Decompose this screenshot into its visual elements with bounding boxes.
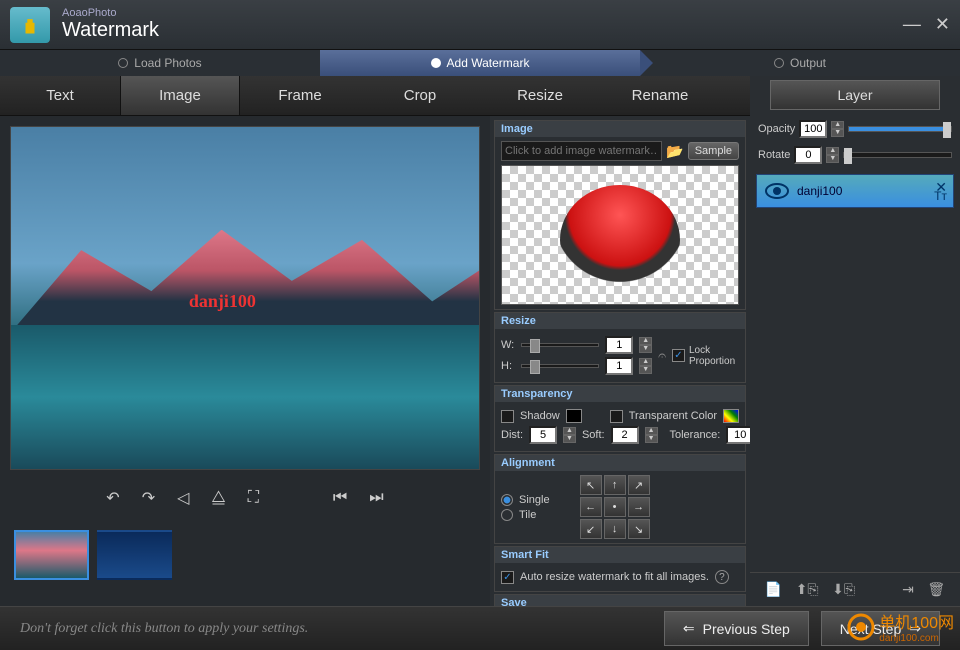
smartfit-checkbox[interactable] xyxy=(501,571,514,584)
align-b[interactable]: ↓ xyxy=(604,519,626,539)
resize-panel: Resize W:▲▼ H:▲▼ 𝄐 Lock Proportion xyxy=(494,312,746,383)
height-slider[interactable] xyxy=(521,364,599,368)
padlock-icon xyxy=(21,16,39,34)
rotate-ccw-icon[interactable]: ↶ xyxy=(106,488,119,508)
duplicate-layer-icon[interactable]: ⬆⎘ xyxy=(796,581,819,598)
layer-panel-title: Layer xyxy=(770,80,940,110)
arrow-right-icon: ⇒ xyxy=(909,620,921,637)
tab-crop[interactable]: Crop xyxy=(360,76,480,115)
footer: Don't forget click this button to apply … xyxy=(0,606,960,650)
app-name: Watermark xyxy=(62,19,159,42)
shadow-dist-value[interactable] xyxy=(529,426,557,444)
align-tr[interactable]: ↗ xyxy=(628,475,650,495)
rotate-cw-icon[interactable]: ↷ xyxy=(142,488,155,508)
flip-v-icon[interactable]: ⧋ xyxy=(211,489,225,507)
align-tile-radio[interactable] xyxy=(501,509,513,521)
import-icon[interactable]: ⇥ xyxy=(902,581,914,598)
align-br[interactable]: ↘ xyxy=(628,519,650,539)
thumbnail-strip xyxy=(10,526,480,596)
step-output[interactable]: Output xyxy=(640,50,960,76)
smartfit-panel: Smart Fit Auto resize watermark to fit a… xyxy=(494,546,746,592)
width-slider[interactable] xyxy=(521,343,599,347)
arrow-left-icon: ⇐ xyxy=(683,620,695,637)
tab-resize[interactable]: Resize xyxy=(480,76,600,115)
watermark-path-input[interactable] xyxy=(501,141,662,161)
step-load-photos[interactable]: Load Photos xyxy=(0,50,320,76)
close-button[interactable]: ✕ xyxy=(935,14,950,35)
lock-proportion-checkbox[interactable] xyxy=(672,349,685,362)
width-value[interactable] xyxy=(605,336,633,354)
help-icon[interactable]: ? xyxy=(715,570,729,584)
height-value[interactable] xyxy=(605,357,633,375)
transparency-panel: Transparency Shadow Transparent Color Di… xyxy=(494,385,746,452)
next-step-button[interactable]: Next Step⇒ xyxy=(821,611,940,646)
align-t[interactable]: ↑ xyxy=(604,475,626,495)
preview-toolbar: ↶ ↷ ◁ ⧋ ⛶ ⏮ ⏭ xyxy=(10,478,480,518)
tolerance-value[interactable] xyxy=(726,426,750,444)
layer-name: danji100 xyxy=(797,184,842,198)
thumbnail-2[interactable] xyxy=(97,530,172,580)
alignment-panel: Alignment Single Tile ↖↑↗ ←•→ ↙↓↘ xyxy=(494,454,746,544)
title-bar: AoaoPhoto Watermark — ✕ xyxy=(0,0,960,50)
tab-rename[interactable]: Rename xyxy=(600,76,720,115)
opacity-value[interactable] xyxy=(799,120,827,138)
shadow-color-swatch[interactable] xyxy=(566,409,582,423)
align-c[interactable]: • xyxy=(604,497,626,517)
new-layer-icon[interactable]: 📄 xyxy=(765,581,782,598)
align-bl[interactable]: ↙ xyxy=(580,519,602,539)
flip-h-icon[interactable]: ◁ xyxy=(177,488,189,508)
save-panel: Save Save & Create a New Layer▶ xyxy=(494,594,746,606)
shadow-soft-value[interactable] xyxy=(611,426,639,444)
image-panel: Image 📂 Sample xyxy=(494,120,746,310)
tab-text[interactable]: Text xyxy=(0,76,120,115)
trash-icon[interactable]: 🗑 xyxy=(927,581,945,598)
watermark-preview xyxy=(501,165,739,305)
prev-image-icon[interactable]: ⏮ xyxy=(333,489,347,507)
footer-hint: Don't forget click this button to apply … xyxy=(20,621,308,637)
alignment-grid: ↖↑↗ ←•→ ↙↓↘ xyxy=(580,475,650,539)
tab-bar: Text Image Frame Crop Resize Rename xyxy=(0,76,750,116)
transparent-color-checkbox[interactable] xyxy=(610,410,623,423)
width-stepper[interactable]: ▲▼ xyxy=(639,337,652,353)
rotate-value[interactable] xyxy=(794,146,822,164)
tab-image[interactable]: Image xyxy=(120,76,240,115)
minimize-button[interactable]: — xyxy=(903,14,921,35)
step-add-watermark[interactable]: Add Watermark xyxy=(320,50,640,76)
browse-folder-icon[interactable]: 📂 xyxy=(666,143,683,160)
opacity-slider[interactable] xyxy=(848,126,952,132)
link-icon: 𝄐 xyxy=(658,347,666,364)
tab-frame[interactable]: Frame xyxy=(240,76,360,115)
layer-item[interactable]: danji100 ✕ Tᴛ xyxy=(756,174,954,208)
transparent-color-swatch[interactable] xyxy=(723,409,739,423)
thumbnail-1[interactable] xyxy=(14,530,89,580)
align-l[interactable]: ← xyxy=(580,497,602,517)
sample-button[interactable]: Sample xyxy=(688,142,739,160)
align-tl[interactable]: ↖ xyxy=(580,475,602,495)
watermark-sample-image xyxy=(560,185,680,285)
align-r[interactable]: → xyxy=(628,497,650,517)
app-logo xyxy=(10,7,50,43)
visibility-eye-icon[interactable] xyxy=(765,183,789,199)
export-layer-icon[interactable]: ⬇⎘ xyxy=(832,581,855,598)
text-type-icon: Tᴛ xyxy=(934,189,947,203)
rotate-slider[interactable] xyxy=(843,152,952,158)
vendor-label: AoaoPhoto xyxy=(62,7,159,19)
previous-step-button[interactable]: ⇐Previous Step xyxy=(664,611,809,646)
app-title: AoaoPhoto Watermark xyxy=(62,7,159,42)
watermark-overlay-text[interactable]: danji100 xyxy=(189,291,256,312)
shadow-checkbox[interactable] xyxy=(501,410,514,423)
step-bar: Load Photos Add Watermark Output xyxy=(0,50,960,76)
height-stepper[interactable]: ▲▼ xyxy=(639,358,652,374)
next-image-icon[interactable]: ⏭ xyxy=(369,489,383,507)
fullscreen-icon[interactable]: ⛶ xyxy=(248,489,259,507)
preview-canvas[interactable]: danji100 xyxy=(10,126,480,470)
layer-toolbar: 📄 ⬆⎘ ⬇⎘ ⇥ 🗑 xyxy=(750,572,960,606)
align-single-radio[interactable] xyxy=(501,494,513,506)
